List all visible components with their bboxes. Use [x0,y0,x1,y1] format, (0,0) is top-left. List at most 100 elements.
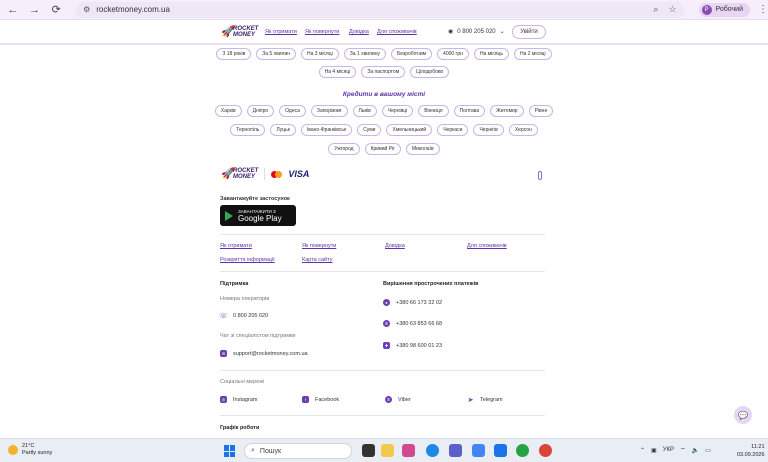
social-link-instagram[interactable]: ◎ Instagram [220,396,257,403]
teams-icon[interactable] [449,444,462,457]
forward-icon[interactable]: → [26,1,44,19]
city-chip[interactable]: Львів [352,105,377,117]
viber-app-icon[interactable] [516,444,529,457]
tag-chip[interactable]: Цілодобово [410,66,450,78]
footer-link-disclosure[interactable]: Розкриття інформації [220,257,275,263]
tag-chip[interactable]: На 2 місяці [513,48,552,60]
login-button[interactable]: Увійти [512,25,546,39]
city-chip[interactable]: Херсон [508,124,538,136]
nav-how-to-get[interactable]: Як отримати [265,29,297,35]
tag-chip[interactable]: На 3 місяці [301,48,339,60]
footer-link-help[interactable]: Довідка [385,243,405,249]
zoom-icon[interactable]: ⌕ [653,4,658,15]
instagram-icon: ◎ [220,396,227,403]
tag-chip[interactable]: За 5 хвилин [256,48,297,60]
tag-chip[interactable]: На місяць [473,48,509,60]
footer-link-consumers[interactable]: Для споживачів [467,243,507,249]
wifi-icon[interactable]: ⌔ [680,446,686,454]
chrome-icon[interactable] [539,444,552,457]
overdue-phone[interactable]: ✆ +380 63 853 66 68 [383,320,442,327]
divider [220,415,545,416]
visa-logo: VISA [288,169,310,179]
browser-menu-icon[interactable]: ⋮ [758,4,768,15]
windows-start-icon[interactable] [224,445,236,457]
city-chip[interactable]: Хмельницький [386,124,433,136]
support-email[interactable]: ✉ support@rocketmoney.com.ua [220,350,308,357]
city-chip[interactable]: Запоріжжя [310,105,348,117]
footer-logo[interactable]: 🚀 ROCKET MONEY [221,167,258,181]
speaker-icon[interactable]: 🔈 [692,447,699,454]
nav-help[interactable]: Довідка [349,29,369,35]
google-play-big-text: Google Play [238,213,282,223]
weather-desc: Partly sunny [22,450,53,456]
tag-chip[interactable]: Безробітним [390,48,433,60]
city-chip[interactable]: Чернігів [473,124,504,136]
nav-how-to-repay[interactable]: Як повернути [305,29,339,35]
city-chip[interactable]: Дніпро [246,105,275,117]
city-chip[interactable]: Івано-Франківськ [300,124,353,136]
social-title: Соціальні мережі [220,379,265,385]
footer-link-how-to-get[interactable]: Як отримати [220,243,252,249]
chat-label: Чат зі спеціалістом підтримки [220,333,296,339]
reload-icon[interactable]: ⟳ [47,1,65,19]
support-title: Підтримка [220,281,249,287]
overdue-title: Вирішення прострочених платежів [383,281,479,287]
bookmark-star-icon[interactable]: ☆ [668,4,676,15]
language-indicator[interactable]: УКР [663,447,674,453]
tag-chip[interactable]: За паспортом [361,66,406,78]
city-chip[interactable]: Суми [357,124,382,136]
city-chip[interactable]: Кривий Ріг [364,143,401,155]
header-phone[interactable]: ◉ 0 800 205 020 ⌄ [448,28,505,36]
app-icon[interactable] [402,444,415,457]
social-link-telegram[interactable]: ➤ Telegram [467,396,503,404]
profile-button[interactable]: Р Робочий [698,2,750,17]
weather-widget[interactable]: 21°C Partly sunny [8,443,52,457]
app-icon[interactable] [472,444,485,457]
task-view-icon[interactable] [362,444,375,457]
chevron-up-icon[interactable]: ⌃ [640,447,645,454]
city-chip[interactable]: Тернопіль [230,124,266,136]
social-link-viber[interactable]: ✆ Viber [385,396,411,403]
outlook-icon[interactable] [494,444,507,457]
clock-time: 11:21 [751,444,765,450]
tag-chip[interactable]: За 1 хвилину [343,48,386,60]
overdue-phone[interactable]: ● +380 66 173 32 02 [383,299,442,306]
city-chip[interactable]: Рівне [528,105,554,117]
back-icon[interactable]: ← [4,1,22,19]
city-chip[interactable]: Черкаси [437,124,469,136]
social-label: Telegram [480,396,503,403]
chat-widget-button[interactable]: 💬 [734,406,752,424]
city-chip[interactable]: Харків [214,105,242,117]
nav-consumers[interactable]: Для споживачів [377,29,417,35]
operator-phone-number: 0 800 205 020 [233,312,269,319]
edge-icon[interactable] [426,444,439,457]
taskbar-search[interactable]: ⌕ Пошук [244,443,352,459]
city-chip[interactable]: Ужгород [328,143,360,155]
overdue-phone[interactable]: ✚ +380 98 600 01 23 [383,342,442,349]
battery-icon[interactable]: ▭ [705,447,711,454]
social-link-facebook[interactable]: f Facebook [302,396,339,403]
city-chip[interactable]: Одеса [279,105,306,117]
footer-link-sitemap[interactable]: Карта сайту [302,257,332,263]
city-chip[interactable]: Чернівці [381,105,414,117]
city-chip[interactable]: Вінниця [418,105,449,117]
site-info-icon[interactable]: ⚙ [83,5,90,14]
tag-chip[interactable]: З 18 років [216,48,252,60]
operator-phone[interactable]: ☏ 0 800 205 020 [219,312,269,320]
tag-chip[interactable]: На 4 місяці [318,66,357,78]
city-chip[interactable]: Луцьк [270,124,296,136]
social-label: Instagram [233,396,258,403]
tag-chip[interactable]: 4000 грн [437,48,469,60]
header-logo[interactable]: 🚀 ROCKET MONEY [221,25,258,39]
tray-app-icon[interactable]: ▣ [651,447,657,454]
city-chip[interactable]: Житомир [490,105,524,117]
google-play-button[interactable]: ЗАВАНТАЖИТИ З Google Play [220,205,296,226]
clock[interactable]: 11:21 03.09.2026 [737,443,765,459]
footer-link-how-to-repay[interactable]: Як повернути [302,243,336,249]
city-chip[interactable]: Миколаїв [405,143,440,155]
city-chip[interactable]: Полтава [453,105,486,117]
url-text: rocketmoney.com.ua [96,5,170,14]
clock-date: 03.09.2026 [737,452,765,458]
file-explorer-icon[interactable] [381,444,394,457]
address-bar[interactable]: ⚙ rocketmoney.com.ua ⌕ ☆ [75,1,685,18]
